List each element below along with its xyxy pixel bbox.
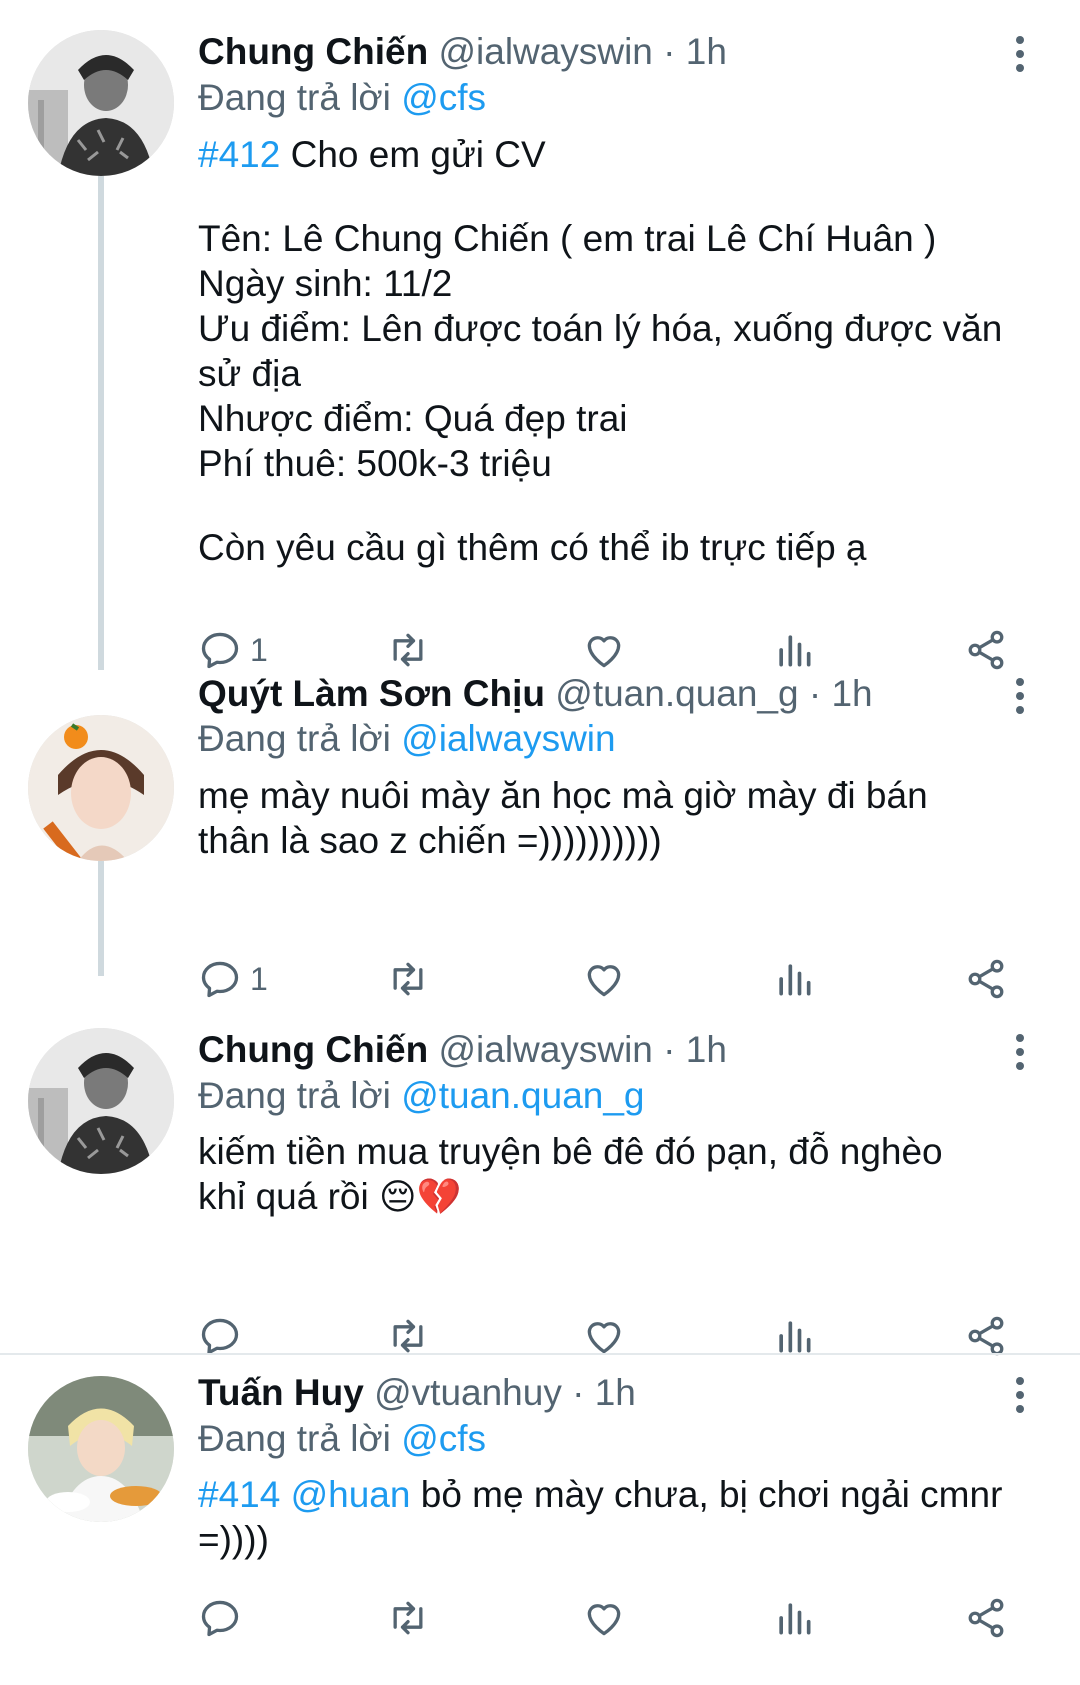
reply-button[interactable] (198, 1588, 250, 1648)
text-line: Cho em gửi CV (280, 134, 546, 175)
tweet-header: Quýt Làm Sơn Chịu @tuan.quan_g · 1h (198, 670, 990, 718)
replying-mention[interactable]: @cfs (401, 77, 486, 118)
share-button[interactable] (964, 1306, 1008, 1366)
action-bar (198, 1306, 1038, 1366)
like-button[interactable] (582, 949, 626, 1009)
divider (0, 1353, 1080, 1355)
replying-mention[interactable]: @tuan.quan_g (401, 1075, 644, 1116)
retweet-icon (386, 628, 430, 672)
timestamp[interactable]: · 1h (663, 31, 727, 72)
tweet-header: Chung Chiến @ialwayswin · 1h (198, 28, 990, 76)
action-bar: 1 (198, 949, 1038, 1009)
reply-icon (198, 628, 242, 672)
reply-icon (198, 1314, 242, 1358)
avatar[interactable] (28, 30, 174, 176)
mention-link[interactable]: @huan (291, 1474, 411, 1515)
avatar[interactable] (28, 1376, 174, 1522)
replying-to: Đang trả lời @ialwayswin (198, 715, 616, 763)
replying-label: Đang trả lời (198, 1418, 391, 1459)
analytics-button[interactable] (772, 949, 816, 1009)
more-icon[interactable] (1005, 1028, 1035, 1076)
analytics-icon (772, 1596, 816, 1640)
timestamp[interactable]: · 1h (663, 1029, 727, 1070)
display-name[interactable]: Chung Chiến (198, 31, 428, 72)
replying-to: Đang trả lời @cfs (198, 1415, 486, 1463)
user-handle[interactable]: @ialwayswin (438, 31, 652, 72)
timestamp[interactable]: · 1h (572, 1372, 636, 1413)
reply-icon (198, 957, 242, 1001)
display-name[interactable]: Tuấn Huy (198, 1372, 364, 1413)
retweet-icon (386, 1314, 430, 1358)
replying-label: Đang trả lời (198, 1075, 391, 1116)
retweet-button[interactable] (386, 1306, 430, 1366)
analytics-button[interactable] (772, 1588, 816, 1648)
hashtag[interactable]: #414 (198, 1474, 280, 1515)
like-icon (582, 957, 626, 1001)
display-name[interactable]: Chung Chiến (198, 1029, 428, 1070)
tweet-text: kiếm tiền mua truyện bê đê đó pạn, đỗ ng… (198, 1129, 978, 1219)
tweet-header: Tuấn Huy @vtuanhuy · 1h (198, 1369, 990, 1417)
replying-label: Đang trả lời (198, 718, 391, 759)
user-handle[interactable]: @tuan.quan_g (555, 673, 798, 714)
more-icon[interactable] (1005, 30, 1035, 78)
text-line: Ngày sinh: 11/2 (198, 263, 453, 304)
like-button[interactable] (582, 1306, 626, 1366)
avatar[interactable] (28, 715, 174, 861)
text-line: Phí thuê: 500k-3 triệu (198, 443, 552, 484)
tweet[interactable]: Chung Chiến @ialwayswin · 1h Đang trả lờ… (0, 0, 1080, 650)
analytics-icon (772, 1314, 816, 1358)
tweet-text: #414 @huan bỏ mẹ mày chưa, bị chơi ngải … (198, 1472, 1058, 1562)
share-icon (964, 1314, 1008, 1358)
replying-to: Đang trả lời @tuan.quan_g (198, 1072, 645, 1120)
reply-button[interactable]: 1 (198, 949, 268, 1009)
user-handle[interactable]: @ialwayswin (438, 1029, 652, 1070)
analytics-button[interactable] (772, 1306, 816, 1366)
text-line: Tên: Lê Chung Chiến ( em trai Lê Chí Huâ… (198, 218, 937, 259)
replying-to: Đang trả lời @cfs (198, 74, 486, 122)
avatar[interactable] (28, 1028, 174, 1174)
user-handle[interactable]: @vtuanhuy (374, 1372, 562, 1413)
tweet-text: #412 Cho em gửi CV Tên: Lê Chung Chiến (… (198, 132, 1038, 570)
share-button[interactable] (964, 949, 1008, 1009)
reply-icon (198, 1596, 242, 1640)
tweet[interactable]: Chung Chiến @ialwayswin · 1h Đang trả lờ… (0, 1028, 1080, 1333)
more-icon[interactable] (1005, 672, 1035, 720)
hashtag[interactable]: #412 (198, 134, 280, 175)
like-icon (582, 1596, 626, 1640)
analytics-icon (772, 957, 816, 1001)
like-icon (582, 1314, 626, 1358)
retweet-icon (386, 1596, 430, 1640)
reply-count: 1 (250, 631, 268, 668)
analytics-icon (772, 628, 816, 672)
replying-label: Đang trả lời (198, 77, 391, 118)
like-button[interactable] (582, 1588, 626, 1648)
text-line: Nhược điểm: Quá đẹp trai (198, 398, 628, 439)
like-icon (582, 628, 626, 672)
more-icon[interactable] (1005, 1371, 1035, 1419)
retweet-icon (386, 957, 430, 1001)
replying-mention[interactable]: @cfs (401, 1418, 486, 1459)
share-icon (964, 628, 1008, 672)
tweet[interactable]: Tuấn Huy @vtuanhuy · 1h Đang trả lời @cf… (0, 1372, 1080, 1685)
display-name[interactable]: Quýt Làm Sơn Chịu (198, 673, 545, 714)
reply-count: 1 (250, 960, 268, 997)
text-line: Còn yêu cầu gì thêm có thể ib trực tiếp … (198, 527, 867, 568)
timestamp[interactable]: · 1h (809, 673, 873, 714)
tweet-header: Chung Chiến @ialwayswin · 1h (198, 1026, 990, 1074)
tweet[interactable]: Quýt Làm Sơn Chịu @tuan.quan_g · 1h Đang… (0, 673, 1080, 1005)
replying-mention[interactable]: @ialwayswin (401, 718, 615, 759)
emoji: 😔💔 (379, 1176, 462, 1217)
share-icon (964, 957, 1008, 1001)
text-content: kiếm tiền mua truyện bê đê đó pạn, đỗ ng… (198, 1131, 943, 1217)
retweet-button[interactable] (386, 949, 430, 1009)
share-button[interactable] (964, 1588, 1008, 1648)
text-line: Ưu điểm: Lên được toán lý hóa, xuống đượ… (198, 308, 1003, 394)
share-icon (964, 1596, 1008, 1640)
retweet-button[interactable] (386, 1588, 430, 1648)
tweet-text: mẹ mày nuôi mày ăn học mà giờ mày đi bán… (198, 775, 928, 861)
reply-button[interactable] (198, 1306, 250, 1366)
action-bar (198, 1588, 1038, 1648)
